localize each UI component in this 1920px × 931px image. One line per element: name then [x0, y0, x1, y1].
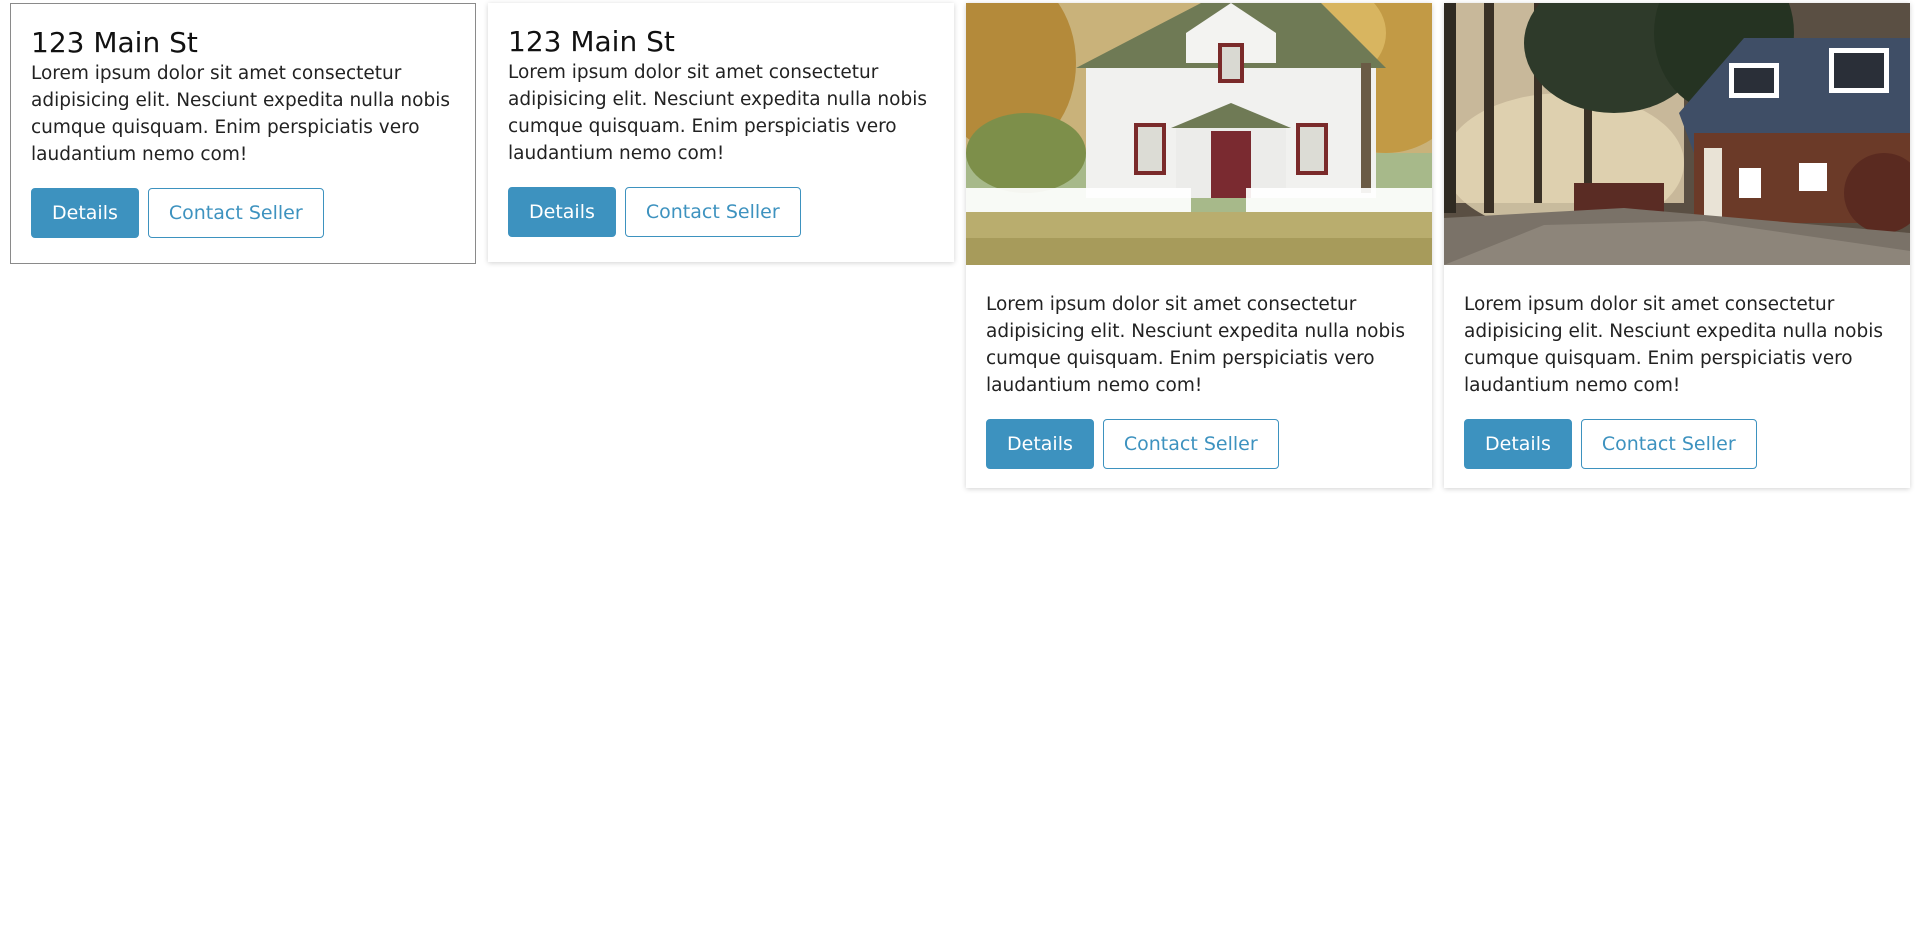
card-description: Lorem ipsum dolor sit amet consectetur a… — [508, 62, 927, 164]
card-actions: Details Contact Seller — [986, 419, 1412, 469]
house-photo — [966, 3, 1432, 265]
details-button[interactable]: Details — [508, 187, 616, 237]
details-button[interactable]: Details — [1464, 419, 1572, 469]
card-body: Lorem ipsum dolor sit amet consectetur a… — [1444, 265, 1910, 469]
house-photo — [1444, 3, 1910, 265]
card-description: Lorem ipsum dolor sit amet consectetur a… — [986, 294, 1405, 396]
card-description: Lorem ipsum dolor sit amet consectetur a… — [1464, 294, 1883, 396]
listing-card: 123 Main St Lorem ipsum dolor sit amet c… — [488, 3, 954, 262]
card-description: Lorem ipsum dolor sit amet consectetur a… — [31, 63, 450, 165]
listing-card: 123 Main St Lorem ipsum dolor sit amet c… — [10, 3, 476, 264]
contact-seller-button[interactable]: Contact Seller — [624, 187, 801, 237]
details-button[interactable]: Details — [986, 419, 1094, 469]
contact-seller-button[interactable]: Contact Seller — [147, 188, 324, 238]
card-body: Lorem ipsum dolor sit amet consectetur a… — [966, 265, 1432, 469]
contact-seller-button[interactable]: Contact Seller — [1580, 419, 1757, 469]
listing-card: Lorem ipsum dolor sit amet consectetur a… — [966, 3, 1432, 488]
card-title: 123 Main St — [31, 26, 198, 59]
contact-seller-button[interactable]: Contact Seller — [1102, 419, 1279, 469]
card-actions: Details Contact Seller — [508, 187, 934, 237]
card-actions: Details Contact Seller — [1464, 419, 1890, 469]
card-title: 123 Main St — [508, 25, 675, 58]
card-body: 123 Main St Lorem ipsum dolor sit amet c… — [11, 4, 475, 238]
card-body: 123 Main St Lorem ipsum dolor sit amet c… — [488, 3, 954, 237]
listing-card: Lorem ipsum dolor sit amet consectetur a… — [1444, 3, 1910, 488]
details-button[interactable]: Details — [31, 188, 139, 238]
card-actions: Details Contact Seller — [31, 188, 455, 238]
